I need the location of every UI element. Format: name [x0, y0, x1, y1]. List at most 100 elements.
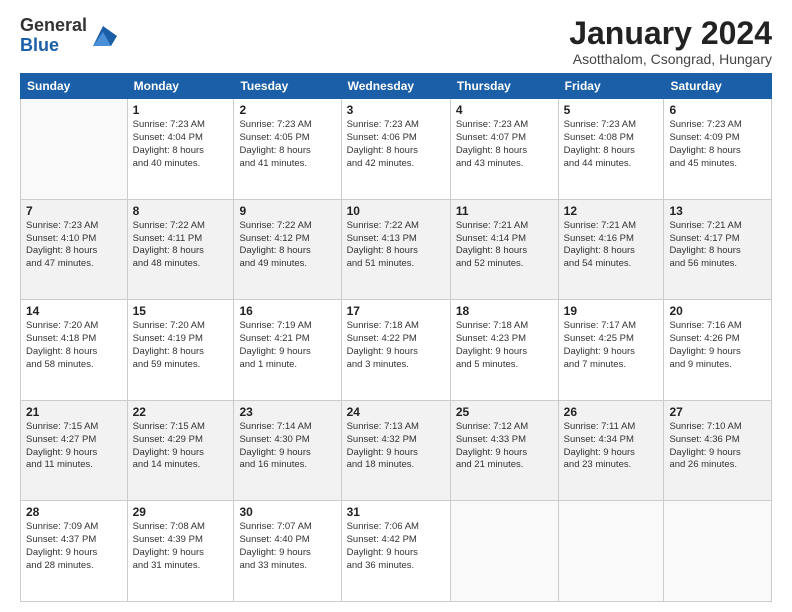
day-info: Sunrise: 7:07 AM Sunset: 4:40 PM Dayligh…: [239, 521, 335, 572]
calendar-week-2: 7Sunrise: 7:23 AM Sunset: 4:10 PM Daylig…: [21, 199, 772, 300]
calendar-cell: 7Sunrise: 7:23 AM Sunset: 4:10 PM Daylig…: [21, 199, 128, 300]
calendar-cell: 4 Sunrise: 7:23 AM Sunset: 4:07 PM Daylig…: [450, 99, 558, 200]
calendar-cell: 30 Sunrise: 7:07 AM Sunset: 4:40 PM Dayli…: [234, 501, 341, 602]
day-info: Sunrise: 7:23 AM Sunset: 4:08 PM Dayligh…: [564, 119, 659, 170]
day-info: Sunrise: 7:21 AM Sunset: 4:16 PM Dayligh…: [564, 220, 659, 271]
calendar-cell: 8Sunrise: 7:22 AM Sunset: 4:11 PM Daylig…: [127, 199, 234, 300]
calendar-cell: 10Sunrise: 7:22 AM Sunset: 4:13 PM Dayli…: [341, 199, 450, 300]
day-number: 6: [669, 103, 766, 117]
day-info: Sunrise: 7:20 AM Sunset: 4:19 PM Dayligh…: [133, 320, 229, 371]
calendar-header-wednesday: Wednesday: [341, 74, 450, 99]
day-info: Sunrise: 7:23 AM Sunset: 4:06 PM Dayligh…: [347, 119, 445, 170]
day-number: 18: [456, 304, 553, 318]
day-info: Sunrise: 7:23 AM Sunset: 4:09 PM Dayligh…: [669, 119, 766, 170]
calendar-cell: 5Sunrise: 7:23 AM Sunset: 4:08 PM Daylig…: [558, 99, 664, 200]
calendar-header-friday: Friday: [558, 74, 664, 99]
day-info: Sunrise: 7:22 AM Sunset: 4:12 PM Dayligh…: [239, 220, 335, 271]
day-info: Sunrise: 7:10 AM Sunset: 4:36 PM Dayligh…: [669, 421, 766, 472]
day-number: 1: [133, 103, 229, 117]
calendar-cell: 17Sunrise: 7:18 AM Sunset: 4:22 PM Dayli…: [341, 300, 450, 401]
calendar-cell: 28 Sunrise: 7:09 AM Sunset: 4:37 PM Dayli…: [21, 501, 128, 602]
calendar-cell: 25 Sunrise: 7:12 AM Sunset: 4:33 PM Dayli…: [450, 400, 558, 501]
day-info: Sunrise: 7:11 AM Sunset: 4:34 PM Dayligh…: [564, 421, 659, 472]
day-number: 30: [239, 505, 335, 519]
day-info: Sunrise: 7:14 AM Sunset: 4:30 PM Dayligh…: [239, 421, 335, 472]
calendar-cell: 15 Sunrise: 7:20 AM Sunset: 4:19 PM Dayli…: [127, 300, 234, 401]
day-number: 28: [26, 505, 122, 519]
day-number: 19: [564, 304, 659, 318]
day-info: Sunrise: 7:15 AM Sunset: 4:27 PM Dayligh…: [26, 421, 122, 472]
day-number: 9: [239, 204, 335, 218]
day-info: Sunrise: 7:17 AM Sunset: 4:25 PM Dayligh…: [564, 320, 659, 371]
day-info: Sunrise: 7:06 AM Sunset: 4:42 PM Dayligh…: [347, 521, 445, 572]
day-number: 7: [26, 204, 122, 218]
calendar-cell: 19 Sunrise: 7:17 AM Sunset: 4:25 PM Dayli…: [558, 300, 664, 401]
day-number: 10: [347, 204, 445, 218]
day-info: Sunrise: 7:18 AM Sunset: 4:22 PM Dayligh…: [347, 320, 445, 371]
calendar-cell: 21Sunrise: 7:15 AM Sunset: 4:27 PM Dayli…: [21, 400, 128, 501]
calendar-cell: 14 Sunrise: 7:20 AM Sunset: 4:18 PM Dayli…: [21, 300, 128, 401]
calendar-cell: 3 Sunrise: 7:23 AM Sunset: 4:06 PM Daylig…: [341, 99, 450, 200]
month-title: January 2024: [569, 16, 772, 51]
day-info: Sunrise: 7:18 AM Sunset: 4:23 PM Dayligh…: [456, 320, 553, 371]
day-number: 24: [347, 405, 445, 419]
logo: General Blue: [20, 16, 117, 56]
day-number: 20: [669, 304, 766, 318]
calendar-cell: 26Sunrise: 7:11 AM Sunset: 4:34 PM Dayli…: [558, 400, 664, 501]
calendar-cell: [558, 501, 664, 602]
day-info: Sunrise: 7:23 AM Sunset: 4:05 PM Dayligh…: [239, 119, 335, 170]
calendar-cell: 18 Sunrise: 7:18 AM Sunset: 4:23 PM Dayli…: [450, 300, 558, 401]
calendar: SundayMondayTuesdayWednesdayThursdayFrid…: [20, 73, 772, 602]
day-number: 12: [564, 204, 659, 218]
day-info: Sunrise: 7:15 AM Sunset: 4:29 PM Dayligh…: [133, 421, 229, 472]
day-number: 3: [347, 103, 445, 117]
day-number: 4: [456, 103, 553, 117]
day-info: Sunrise: 7:08 AM Sunset: 4:39 PM Dayligh…: [133, 521, 229, 572]
calendar-cell: 13 Sunrise: 7:21 AM Sunset: 4:17 PM Dayli…: [664, 199, 772, 300]
day-number: 2: [239, 103, 335, 117]
calendar-cell: 11 Sunrise: 7:21 AM Sunset: 4:14 PM Dayli…: [450, 199, 558, 300]
page: General Blue January 2024 Asotthalom, Cs…: [0, 0, 792, 612]
calendar-cell: 22Sunrise: 7:15 AM Sunset: 4:29 PM Dayli…: [127, 400, 234, 501]
logo-text: General Blue: [20, 16, 87, 56]
day-number: 14: [26, 304, 122, 318]
day-number: 13: [669, 204, 766, 218]
calendar-week-3: 14 Sunrise: 7:20 AM Sunset: 4:18 PM Dayli…: [21, 300, 772, 401]
calendar-header-row: SundayMondayTuesdayWednesdayThursdayFrid…: [21, 74, 772, 99]
day-number: 31: [347, 505, 445, 519]
day-info: Sunrise: 7:12 AM Sunset: 4:33 PM Dayligh…: [456, 421, 553, 472]
calendar-cell: 20Sunrise: 7:16 AM Sunset: 4:26 PM Dayli…: [664, 300, 772, 401]
calendar-cell: 16Sunrise: 7:19 AM Sunset: 4:21 PM Dayli…: [234, 300, 341, 401]
day-info: Sunrise: 7:19 AM Sunset: 4:21 PM Dayligh…: [239, 320, 335, 371]
day-info: Sunrise: 7:21 AM Sunset: 4:14 PM Dayligh…: [456, 220, 553, 271]
day-number: 11: [456, 204, 553, 218]
calendar-cell: 31 Sunrise: 7:06 AM Sunset: 4:42 PM Dayli…: [341, 501, 450, 602]
calendar-header-tuesday: Tuesday: [234, 74, 341, 99]
day-info: Sunrise: 7:09 AM Sunset: 4:37 PM Dayligh…: [26, 521, 122, 572]
calendar-cell: 29Sunrise: 7:08 AM Sunset: 4:39 PM Dayli…: [127, 501, 234, 602]
day-number: 25: [456, 405, 553, 419]
calendar-cell: 12 Sunrise: 7:21 AM Sunset: 4:16 PM Dayli…: [558, 199, 664, 300]
logo-icon: [89, 22, 117, 50]
calendar-header-saturday: Saturday: [664, 74, 772, 99]
day-number: 27: [669, 405, 766, 419]
calendar-week-5: 28 Sunrise: 7:09 AM Sunset: 4:37 PM Dayli…: [21, 501, 772, 602]
day-info: Sunrise: 7:23 AM Sunset: 4:07 PM Dayligh…: [456, 119, 553, 170]
calendar-cell: 9 Sunrise: 7:22 AM Sunset: 4:12 PM Daylig…: [234, 199, 341, 300]
location: Asotthalom, Csongrad, Hungary: [569, 51, 772, 67]
day-number: 8: [133, 204, 229, 218]
calendar-cell: 27 Sunrise: 7:10 AM Sunset: 4:36 PM Dayli…: [664, 400, 772, 501]
calendar-cell: [450, 501, 558, 602]
calendar-header-thursday: Thursday: [450, 74, 558, 99]
calendar-cell: 6 Sunrise: 7:23 AM Sunset: 4:09 PM Daylig…: [664, 99, 772, 200]
calendar-header-sunday: Sunday: [21, 74, 128, 99]
calendar-week-1: 1Sunrise: 7:23 AM Sunset: 4:04 PM Daylig…: [21, 99, 772, 200]
day-info: Sunrise: 7:20 AM Sunset: 4:18 PM Dayligh…: [26, 320, 122, 371]
day-info: Sunrise: 7:21 AM Sunset: 4:17 PM Dayligh…: [669, 220, 766, 271]
calendar-cell: [21, 99, 128, 200]
day-number: 15: [133, 304, 229, 318]
calendar-cell: 2 Sunrise: 7:23 AM Sunset: 4:05 PM Daylig…: [234, 99, 341, 200]
day-info: Sunrise: 7:13 AM Sunset: 4:32 PM Dayligh…: [347, 421, 445, 472]
calendar-cell: 1Sunrise: 7:23 AM Sunset: 4:04 PM Daylig…: [127, 99, 234, 200]
logo-general: General: [20, 15, 87, 35]
